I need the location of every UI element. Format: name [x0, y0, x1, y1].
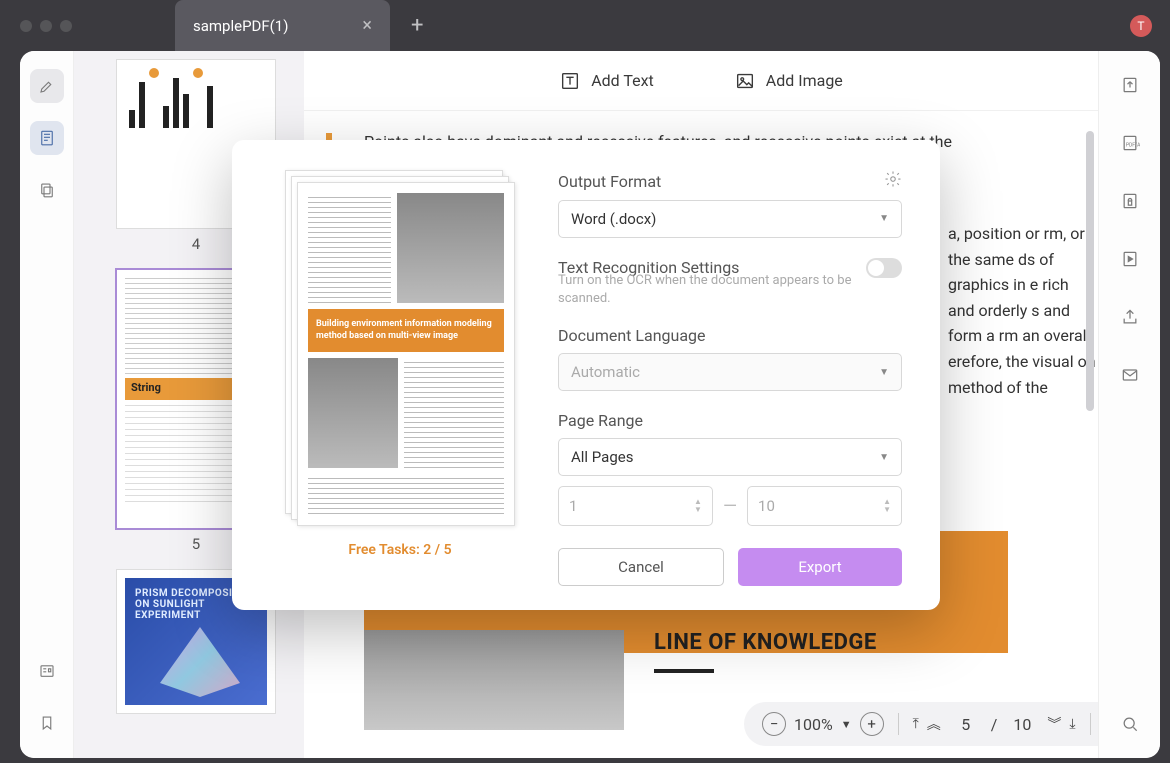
vertical-scrollbar[interactable] [1086, 131, 1094, 411]
knowledge-image [364, 630, 624, 730]
chevron-down-icon: ▼ [879, 452, 889, 463]
page-range-select[interactable]: All Pages ▼ [558, 438, 902, 476]
output-format-value: Word (.docx) [571, 210, 656, 228]
ocr-description: Turn on the OCR when the document appear… [558, 272, 902, 308]
close-tab-icon[interactable]: × [362, 15, 372, 36]
play-icon[interactable] [1116, 245, 1144, 273]
edit-toolbar: Add Text Add Image [304, 51, 1098, 111]
export-modal: Building environment information modelin… [232, 140, 940, 610]
page-current-input[interactable] [949, 715, 983, 734]
add-text-button[interactable]: Add Text [559, 70, 654, 92]
avatar[interactable]: T [1130, 15, 1152, 37]
range-from-value: 1 [569, 497, 577, 515]
language-select[interactable]: Automatic ▼ [558, 353, 902, 391]
range-dash: — [723, 496, 737, 517]
left-rail [20, 51, 74, 758]
language-value: Automatic [571, 363, 640, 381]
page-list-icon[interactable] [30, 121, 64, 155]
copy-icon[interactable] [30, 173, 64, 207]
gear-icon[interactable] [884, 170, 902, 192]
output-format-select[interactable]: Word (.docx) ▼ [558, 200, 902, 238]
preview-caption: Building environment information modelin… [308, 309, 504, 352]
chevron-down-icon: ▼ [879, 213, 889, 224]
minimize-dot[interactable] [40, 20, 52, 32]
page-sep: / [991, 715, 998, 734]
add-image-label: Add Image [766, 71, 843, 90]
prev-page-icon[interactable]: ︽ [927, 714, 941, 734]
language-label: Document Language [558, 326, 706, 345]
search-icon[interactable] [1116, 710, 1144, 738]
page-total: 10 [1005, 715, 1039, 734]
range-to-value: 10 [758, 497, 775, 515]
range-from-input[interactable]: 1 ▲▼ [558, 486, 713, 526]
form-icon[interactable] [30, 654, 64, 688]
zoom-out-button[interactable]: − [762, 712, 786, 736]
add-text-label: Add Text [591, 71, 654, 90]
knowledge-title: LINE OF KNOWLEDGE [654, 630, 877, 655]
range-to-input[interactable]: 10 ▲▼ [747, 486, 902, 526]
close-dot[interactable] [20, 20, 32, 32]
underline [654, 669, 714, 673]
zoom-value: 100% [794, 715, 833, 734]
document-tab[interactable]: samplePDF(1) × [175, 0, 390, 51]
export-icon[interactable] [1116, 71, 1144, 99]
window-controls [20, 20, 72, 32]
share-icon[interactable] [1116, 303, 1144, 331]
add-image-button[interactable]: Add Image [734, 70, 843, 92]
first-page-icon[interactable]: ⤒ [913, 716, 919, 732]
page-preview-stack: Building environment information modelin… [285, 170, 515, 530]
ocr-toggle[interactable] [866, 258, 902, 278]
highlighter-icon[interactable] [30, 69, 64, 103]
new-tab-button[interactable]: + [411, 13, 423, 38]
next-page-icon[interactable]: ︾ [1047, 714, 1061, 734]
bookmark-icon[interactable] [30, 706, 64, 740]
zoom-dropdown-icon[interactable]: ▼ [841, 718, 852, 731]
zoom-bar: − 100% ▼ + ⤒ ︽ / 10 ︾ ⤓ ✕ [744, 702, 1098, 746]
zoom-in-button[interactable]: + [860, 712, 884, 736]
range-label: Page Range [558, 411, 643, 430]
pdfa-icon[interactable]: PDF/A [1116, 129, 1144, 157]
string-label: String [131, 381, 161, 394]
last-page-icon[interactable]: ⤓ [1069, 716, 1075, 732]
mail-icon[interactable] [1116, 361, 1144, 389]
tab-title: samplePDF(1) [193, 17, 288, 35]
range-value: All Pages [571, 448, 633, 466]
output-format-label: Output Format [558, 172, 661, 191]
free-tasks-label: Free Tasks: 2 / 5 [348, 542, 451, 558]
cancel-button[interactable]: Cancel [558, 548, 724, 586]
export-button[interactable]: Export [738, 548, 902, 586]
maximize-dot[interactable] [60, 20, 72, 32]
lock-icon[interactable] [1116, 187, 1144, 215]
chevron-down-icon: ▼ [879, 367, 889, 378]
titlebar: samplePDF(1) × + T [0, 0, 1170, 51]
page-text-right: a, position or rm, or the same ds of gra… [948, 221, 1098, 400]
svg-text:PDF/A: PDF/A [1125, 142, 1139, 148]
right-rail: PDF/A [1098, 51, 1160, 758]
